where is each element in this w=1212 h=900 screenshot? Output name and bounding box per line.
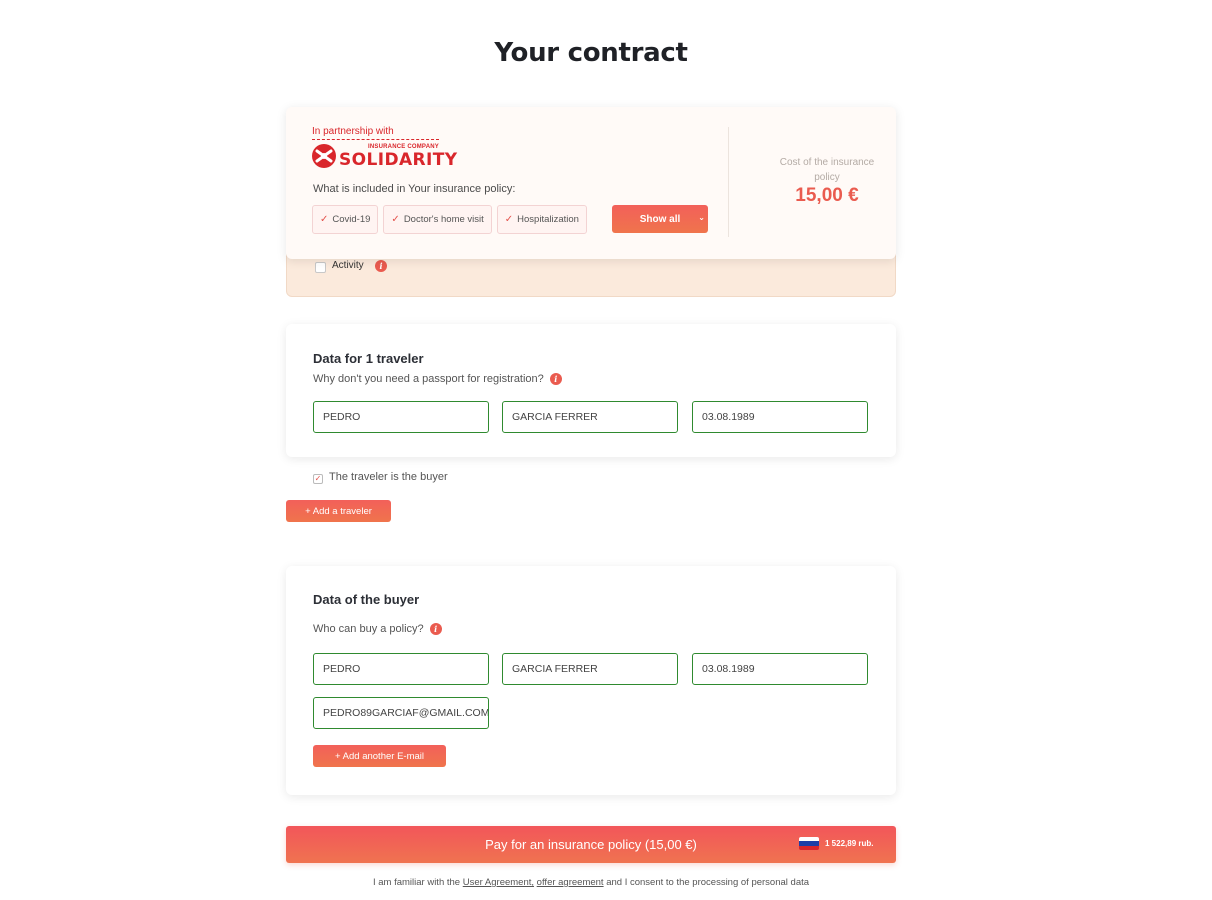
policy-card: In partnership with INSURANCE COMPANY SO… [286, 107, 896, 259]
traveler-subtitle-text: Why don't you need a passport for regist… [313, 373, 544, 385]
included-label: What is included in Your insurance polic… [313, 183, 516, 195]
offer-agreement-link[interactable]: offer agreement [537, 877, 604, 888]
info-icon[interactable]: i [549, 373, 562, 385]
check-icon: ✓ [320, 214, 329, 225]
policy-section: Activity i In partnership with INSURANCE… [286, 107, 896, 297]
coverage-chip: ✓ Covid-19 [312, 205, 379, 234]
buyer-birth-date-field[interactable]: 03.08.1989 [692, 653, 868, 685]
divider [728, 127, 729, 237]
russia-flag-icon [799, 837, 819, 850]
chevron-down-icon: ⌄ [698, 213, 705, 222]
traveler-subtitle: Why don't you need a passport for regist… [313, 373, 562, 385]
buyer-last-name-field[interactable]: GARCIA FERRER [502, 653, 678, 685]
page-title: Your contract [494, 38, 688, 68]
activity-label: Activity [332, 260, 364, 271]
solidarity-logo: INSURANCE COMPANY SOLIDARITY [312, 142, 457, 170]
coverage-chip: ✓ Hospitalization [496, 205, 587, 234]
buyer-title: Data of the buyer [313, 592, 420, 607]
buyer-subtitle-text: Who can buy a policy? [313, 623, 424, 635]
buyer-email-field[interactable]: PEDRO89GARCIAF@GMAIL.COM [313, 697, 489, 729]
buyer-first-name-field[interactable]: PEDRO [313, 653, 489, 685]
traveler-card: Data for 1 traveler Why don't you need a… [286, 324, 896, 457]
agreement-suffix: and I consent to the processing of perso… [606, 877, 810, 888]
coverage-list: ✓ Covid-19 ✓ Doctor's home visit ✓ Hospi… [312, 205, 587, 234]
logo-name: SOLIDARITY [339, 150, 458, 170]
traveler-first-name-field[interactable]: PEDRO [313, 401, 489, 433]
coverage-label: Doctor's home visit [403, 214, 484, 225]
info-icon[interactable]: i [375, 260, 387, 272]
traveler-birth-date-field[interactable]: 03.08.1989 [692, 401, 868, 433]
info-icon[interactable]: i [429, 623, 442, 635]
cost-value: 15,00 € [795, 185, 859, 206]
partnership-divider [312, 139, 439, 140]
traveler-is-buyer-checkbox[interactable]: ✓ [313, 474, 323, 484]
cost-label: Cost of the insurance policy [779, 157, 875, 183]
pay-button[interactable]: Pay for an insurance policy (15,00 €) 1 … [286, 826, 896, 863]
add-traveler-button[interactable]: + Add a traveler [286, 500, 391, 522]
buyer-card: Data of the buyer Who can buy a policy? … [286, 566, 896, 795]
check-icon: ✓ [391, 214, 400, 225]
traveler-is-buyer-label: The traveler is the buyer [329, 471, 448, 483]
traveler-last-name-field[interactable]: GARCIA FERRER [502, 401, 678, 433]
rub-amount: 1 522,89 rub. [825, 839, 874, 848]
coverage-label: Covid-19 [332, 214, 371, 225]
check-icon: ✓ [504, 214, 514, 225]
agreement-prefix: I am familiar with the [372, 877, 461, 888]
traveler-title: Data for 1 traveler [313, 351, 424, 366]
show-all-button[interactable]: Show all ⌄ [612, 205, 708, 233]
solidarity-logo-icon [312, 144, 336, 168]
coverage-label: Hospitalization [517, 214, 579, 225]
show-all-label: Show all [639, 213, 681, 225]
coverage-chip: ✓ Doctor's home visit [383, 205, 492, 234]
agreement-text: I am familiar with the User Agreement, o… [286, 877, 896, 889]
buyer-subtitle: Who can buy a policy? i [313, 623, 442, 635]
partnership-text: In partnership with [312, 126, 394, 137]
activity-checkbox[interactable] [315, 262, 326, 273]
user-agreement-link[interactable]: User Agreement, [463, 877, 534, 888]
add-email-button[interactable]: + Add another E-mail [313, 745, 446, 767]
